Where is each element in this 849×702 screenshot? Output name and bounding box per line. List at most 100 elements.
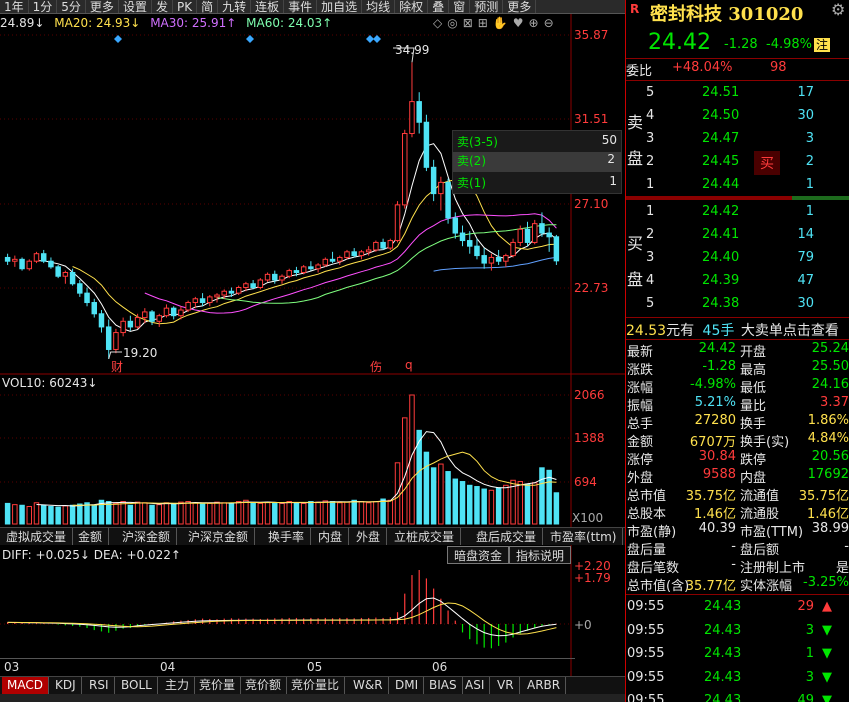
volume-bar [387, 499, 394, 525]
candle-body [351, 251, 357, 257]
stat-row: 总手 27280 换手 1.86% [627, 413, 849, 432]
volume-tab[interactable]: 内盘 [312, 528, 350, 545]
bid-row[interactable]: 2 24.41 14 [626, 224, 849, 246]
macd-title: DIFF: +0.025↓ DEA: +0.022↑ [2, 548, 181, 562]
indicator-tab-boll[interactable]: BOLL [116, 677, 158, 694]
indicator-tab-[interactable]: 竞价量比 [286, 677, 346, 694]
indicator-tab-[interactable]: 竞价额 [240, 677, 288, 694]
volume-bar [293, 502, 300, 525]
volume-bar [467, 484, 473, 525]
candle-body [373, 241, 379, 251]
candle-body [553, 236, 560, 262]
volume-bar [199, 503, 206, 525]
candle-body [62, 271, 69, 277]
candle-body [170, 307, 177, 317]
candle-body [156, 315, 162, 322]
gear-icon[interactable]: ⚙ [831, 0, 845, 19]
candle-body [402, 133, 408, 206]
volume-bar [481, 488, 487, 525]
volume-bar [214, 501, 220, 525]
bid-row[interactable]: 5 24.38 30 [626, 293, 849, 315]
note-badge[interactable]: 注 [814, 38, 831, 52]
signal-diamond[interactable] [114, 35, 122, 43]
stat-row: 涨幅 -4.98% 最低 24.16 [627, 377, 849, 396]
ask-row[interactable]: 3 24.47 3 [626, 128, 849, 150]
popup-row: 卖(3-5) 50 [457, 133, 617, 149]
volume-bar [459, 481, 466, 525]
volume-bar [4, 502, 11, 525]
weibi-row: 委比 +48.04% 98 [626, 60, 787, 79]
status-strip [0, 694, 625, 702]
volume-bar [315, 501, 321, 525]
candle-body [452, 217, 459, 234]
bid-row[interactable]: 3 24.40 79 [626, 247, 849, 269]
candle-body [423, 121, 430, 168]
indicator-tab-macd[interactable]: MACD [2, 677, 49, 694]
volume-tab[interactable]: 立桩成交量 [388, 528, 462, 545]
volume-bar [33, 502, 40, 525]
event-marker[interactable]: 财 [111, 358, 123, 375]
stat-row: 最新 24.42 开盘 25.24 [627, 341, 849, 360]
volume-tab[interactable]: 外盘 [350, 528, 388, 545]
candle-body [272, 273, 278, 281]
candle-body [322, 258, 329, 266]
kline-chart[interactable] [0, 0, 625, 702]
big-order-link[interactable]: 24.53元有 45手 大卖单点击查看 [626, 320, 849, 339]
volume-bar [156, 504, 162, 525]
volume-tab[interactable]: 沪深金额 [116, 528, 178, 545]
date-axis: 03 04 05 06 [0, 658, 575, 674]
indicator-tab-rsi[interactable]: RSI [84, 677, 115, 694]
volume-tab[interactable]: 市盈率(ttm) [544, 528, 624, 545]
volume-bar [91, 504, 97, 525]
indicator-tab-vr[interactable]: VR [492, 677, 520, 694]
candle-body [329, 258, 336, 262]
volume-bar [264, 501, 271, 525]
signal-diamond[interactable] [366, 35, 374, 43]
indicator-tab-kdj[interactable]: KDJ [50, 677, 82, 694]
indicator-tab-[interactable]: 竞价量 [194, 677, 242, 694]
stat-row: 金额 6707万 换手(实) 4.84% [627, 431, 849, 450]
event-marker[interactable]: q [405, 358, 413, 372]
indicator-tab-wr[interactable]: W&R [348, 677, 389, 694]
indicator-tab-arbr[interactable]: ARBR [522, 677, 567, 694]
indicator-tab-dmi[interactable]: DMI [390, 677, 425, 694]
volume-bar [438, 463, 444, 525]
book-divider-green [792, 196, 849, 200]
bid-row[interactable]: 4 24.39 47 [626, 270, 849, 292]
volume-tab[interactable]: 盘后成交量 [470, 528, 544, 545]
candle-body [510, 241, 516, 257]
candle-body [438, 181, 444, 195]
indicator-tab-[interactable]: 主力 [160, 677, 196, 694]
volume-tab[interactable]: 换手率 [262, 528, 312, 545]
candle-body [235, 287, 242, 294]
indicator-help-button[interactable]: 指标说明 [509, 546, 572, 564]
volume-tab[interactable]: 虚拟成交量 [0, 528, 74, 545]
date-label: 04 [160, 660, 176, 674]
ma20-line [144, 213, 557, 314]
event-marker[interactable]: 伤 [370, 358, 382, 375]
signal-diamond[interactable] [246, 35, 254, 43]
tick-row: 09:55 24.43 49 ▼ [626, 690, 849, 702]
dark-pool-button[interactable]: 暗盘资金 [447, 546, 510, 564]
ma60-line [433, 256, 557, 272]
date-label: 03 [4, 660, 20, 674]
indicator-tab-bias[interactable]: BIAS [424, 677, 463, 694]
ask-row[interactable]: 1 24.44 1 [626, 174, 849, 196]
candle-body [488, 256, 495, 264]
stat-row: 振幅 5.21% 量比 3.37 [627, 395, 849, 414]
volume-bar [127, 504, 134, 525]
quote-panel: R 密封科技 301020 ⚙ 24.42 -1.28 -4.98% 注 委比 … [625, 0, 849, 702]
signal-diamond[interactable] [373, 35, 381, 43]
volume-tab[interactable]: 沪深京金额 [182, 528, 256, 545]
bid-row[interactable]: 1 24.42 1 [626, 201, 849, 223]
ask-row[interactable]: 4 24.50 30 [626, 105, 849, 127]
tick-row: 09:55 24.43 3 ▼ [627, 669, 832, 685]
ask-row[interactable]: 2 24.45 2 买 [626, 151, 849, 175]
candle-body [264, 273, 271, 281]
ask-row[interactable]: 5 24.51 17 [626, 82, 849, 104]
candle-body [459, 232, 466, 242]
volume-bar [55, 506, 61, 525]
volume-tab[interactable]: 金额 [72, 528, 110, 545]
indicator-tab-asi[interactable]: ASI [460, 677, 491, 694]
volume-bar [235, 501, 242, 525]
